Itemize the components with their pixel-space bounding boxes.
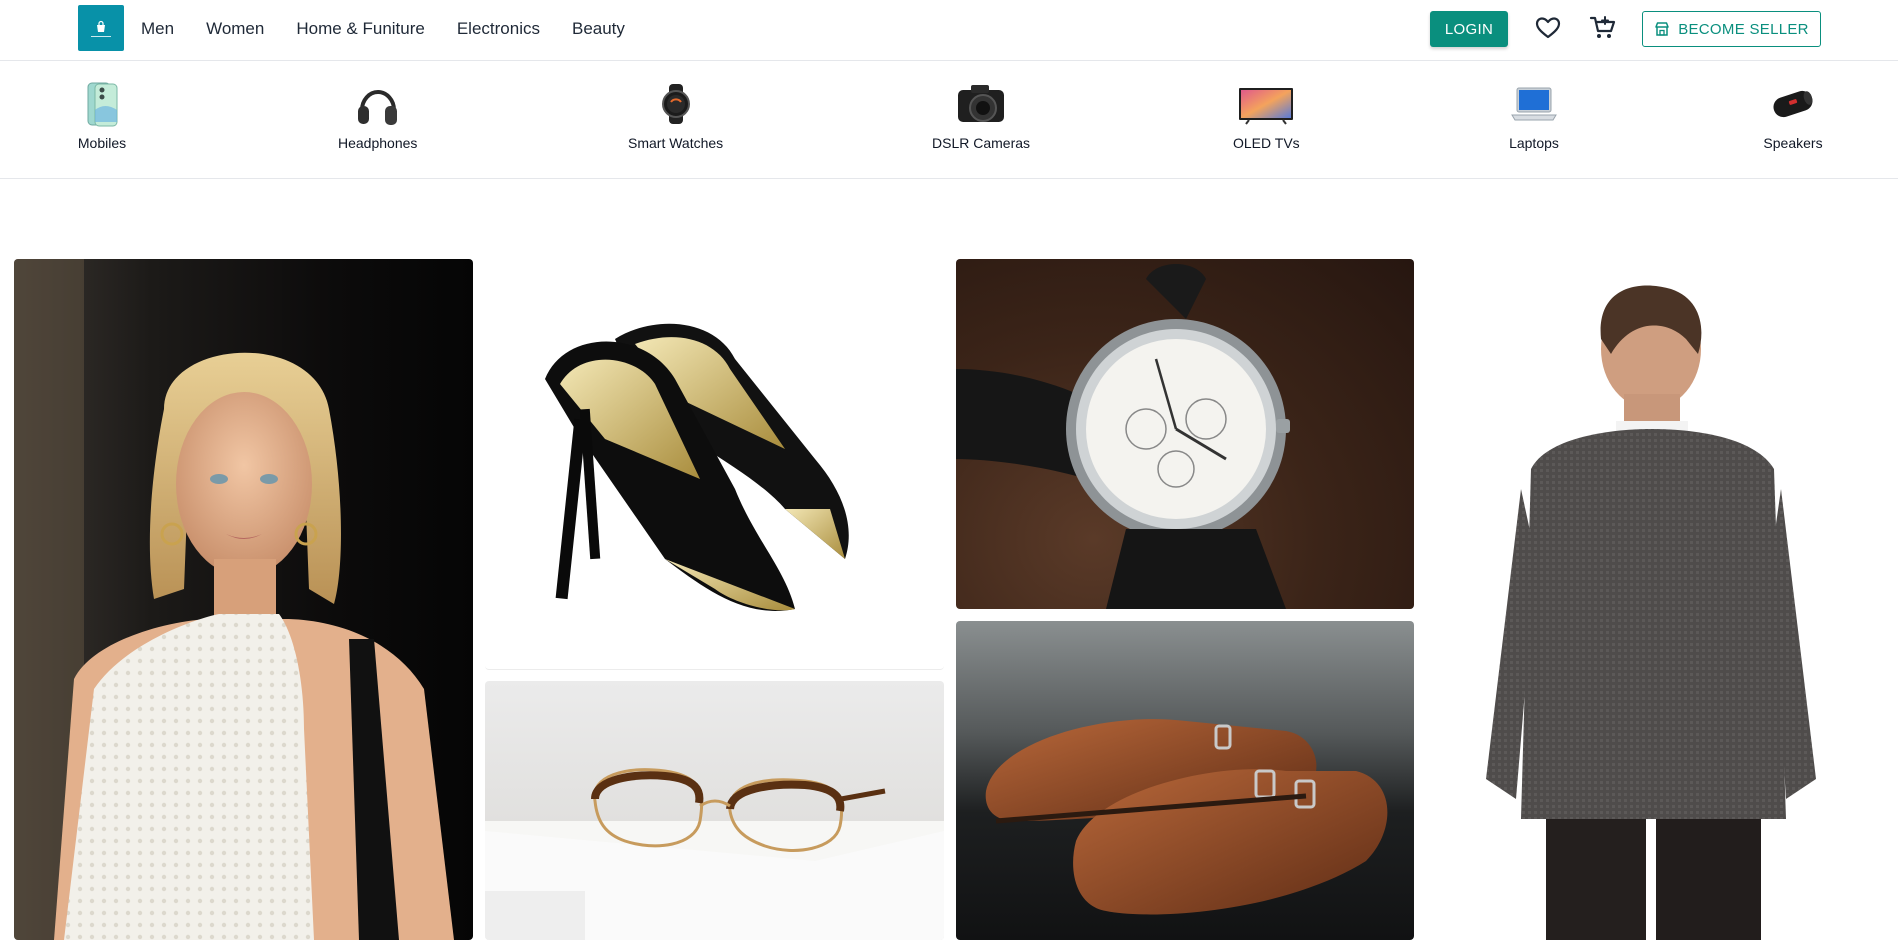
become-seller-button[interactable]: BECOME SELLER xyxy=(1642,11,1821,47)
nav-link-men[interactable]: Men xyxy=(141,19,174,39)
heels-image xyxy=(545,323,849,611)
category-laptops[interactable]: Laptops xyxy=(1504,79,1564,151)
category-bar: Mobiles Headphones Smart Watches DSLR Ca… xyxy=(0,61,1898,179)
camera-icon xyxy=(951,79,1011,129)
promo-tile-heels[interactable] xyxy=(485,259,944,670)
wishlist-button[interactable] xyxy=(1533,13,1563,43)
speaker-icon xyxy=(1763,79,1823,129)
category-label: DSLR Cameras xyxy=(932,135,1031,151)
glasses-image xyxy=(485,768,944,940)
headphones-icon xyxy=(348,79,408,129)
nav-link-electronics[interactable]: Electronics xyxy=(457,19,540,39)
promo-tile-woman-fashion[interactable] xyxy=(14,259,473,940)
cart-icon xyxy=(1589,16,1616,38)
woman-portrait-image xyxy=(14,259,454,940)
man-blazer-image xyxy=(1486,285,1816,940)
category-dslr-cameras[interactable]: DSLR Cameras xyxy=(932,79,1030,151)
top-navbar: Men Women Home & Funiture Electronics Be… xyxy=(0,0,1898,61)
nav-link-beauty[interactable]: Beauty xyxy=(572,19,625,39)
store-icon xyxy=(1655,22,1669,36)
category-headphones[interactable]: Headphones xyxy=(338,79,417,151)
promo-tile-menswear[interactable] xyxy=(1426,259,1884,940)
nav-link-women[interactable]: Women xyxy=(206,19,264,39)
category-label: Smart Watches xyxy=(628,135,724,151)
category-oled-tvs[interactable]: OLED TVs xyxy=(1233,79,1300,151)
promo-tile-watch[interactable] xyxy=(956,259,1414,609)
become-seller-label: BECOME SELLER xyxy=(1678,20,1809,38)
category-label: OLED TVs xyxy=(1233,135,1300,151)
category-label: Headphones xyxy=(338,135,418,151)
brand-logo[interactable] xyxy=(78,5,124,51)
heart-icon xyxy=(1535,17,1561,39)
cart-button[interactable] xyxy=(1588,13,1618,43)
category-speakers[interactable]: Speakers xyxy=(1763,79,1823,151)
main-nav: Men Women Home & Funiture Electronics Be… xyxy=(141,0,625,58)
nav-link-home-furniture[interactable]: Home & Funiture xyxy=(296,19,425,39)
phone-icon xyxy=(72,79,132,129)
smartwatch-icon xyxy=(646,79,706,129)
login-button[interactable]: LOGIN xyxy=(1430,11,1508,47)
category-label: Speakers xyxy=(1763,135,1823,151)
promo-tile-glasses[interactable] xyxy=(485,681,944,940)
category-label: Laptops xyxy=(1509,135,1559,151)
tv-icon xyxy=(1236,79,1296,129)
laptop-icon xyxy=(1504,79,1564,129)
store-bag-icon xyxy=(97,20,105,32)
shoes-image xyxy=(985,719,1388,915)
category-smart-watches[interactable]: Smart Watches xyxy=(628,79,723,151)
watch-image xyxy=(956,264,1290,609)
category-mobiles[interactable]: Mobiles xyxy=(72,79,132,151)
promo-tile-shoes[interactable] xyxy=(956,621,1414,940)
category-label: Mobiles xyxy=(77,135,127,151)
